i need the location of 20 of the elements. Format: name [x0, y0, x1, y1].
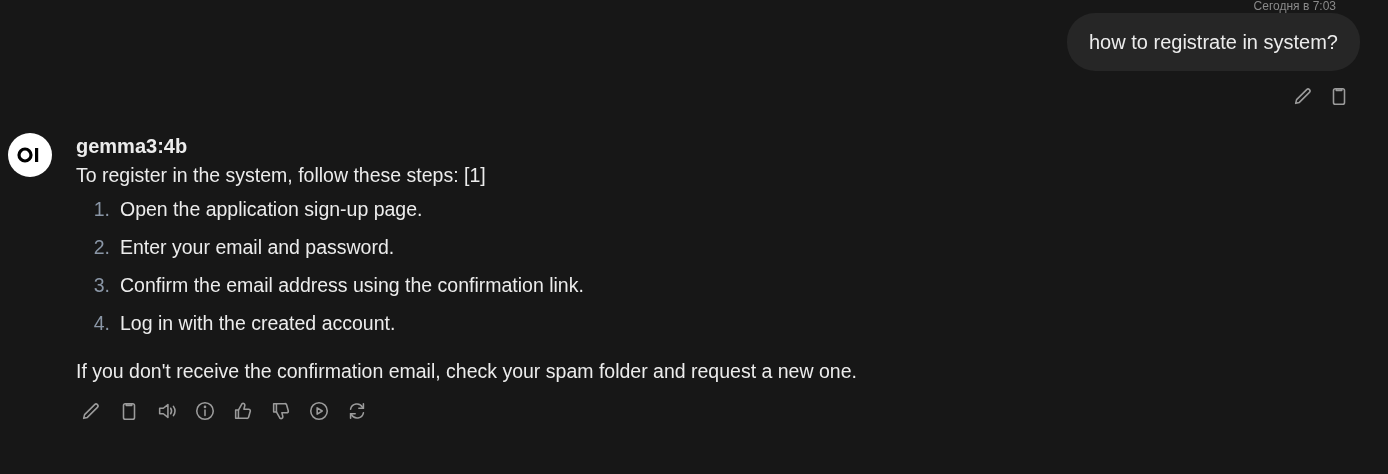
edit-icon[interactable] [80, 400, 102, 422]
logo-icon [8, 133, 52, 177]
list-item-text: Open the application sign-up page. [120, 197, 423, 222]
list-number: 4. [92, 311, 110, 336]
timestamp: Сегодня в 7:03 [1253, 0, 1336, 13]
thumbs-up-icon[interactable] [232, 400, 254, 422]
edit-icon[interactable] [1292, 85, 1314, 107]
play-icon[interactable] [308, 400, 330, 422]
message-text: If you don't receive the confirmation email, check your spam folder and request a new one. [76, 359, 857, 384]
list-item-text: Confirm the email address using the confirmation link. [120, 273, 584, 298]
user-message-bubble: how to registrate in system? [1067, 13, 1360, 71]
thumbs-down-icon[interactable] [270, 400, 292, 422]
list-item-text: Enter your email and password. [120, 235, 395, 260]
list-number: 2. [92, 235, 110, 260]
list-number: 3. [92, 273, 110, 298]
model-name: gemma3:4b [76, 134, 189, 158]
message-text: To register in the system, follow these steps: [1] [76, 163, 487, 188]
list-item-text: Log in with the created account. [120, 311, 396, 336]
info-icon[interactable] [194, 400, 216, 422]
list-number: 1. [92, 197, 110, 222]
